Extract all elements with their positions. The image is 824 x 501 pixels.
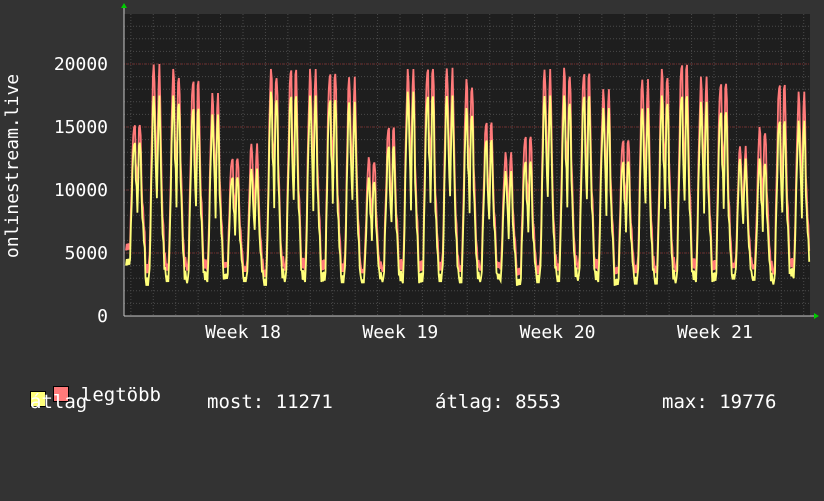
chart: 05000100001500020000 Week 18 Week 19 Week … [2,3,819,343]
y-axis-label: onlinestream.live [2,74,23,258]
legend-avg-label: átlag [30,391,88,413]
y-tick-labels: 0 5000 10000 15000 20000 [54,54,108,327]
y-tick-label: 5000 [65,243,108,264]
x-tick-label: Week 20 [520,322,596,343]
legend-avg-row: átlag most: 11271 átlag: 8553 max: 19776 [30,391,820,415]
x-axis-arrow [814,313,819,319]
y-tick-label: 15000 [54,117,108,138]
stat-now: most: 11271 [207,391,333,413]
x-tick-labels: Week 18 Week 19 Week 20 Week 21 [205,322,753,343]
y-axis-arrow [121,3,127,8]
x-tick-label: Week 18 [205,322,281,343]
x-tick-label: Week 21 [677,322,753,343]
stat-max: max: 19776 [662,391,777,413]
y-tick-label: 10000 [54,180,108,201]
x-tick-label: Week 19 [362,322,438,343]
y-tick-label: 0 [97,306,108,327]
stat-average: átlag: 8553 [435,391,561,413]
y-tick-label: 20000 [54,54,108,75]
